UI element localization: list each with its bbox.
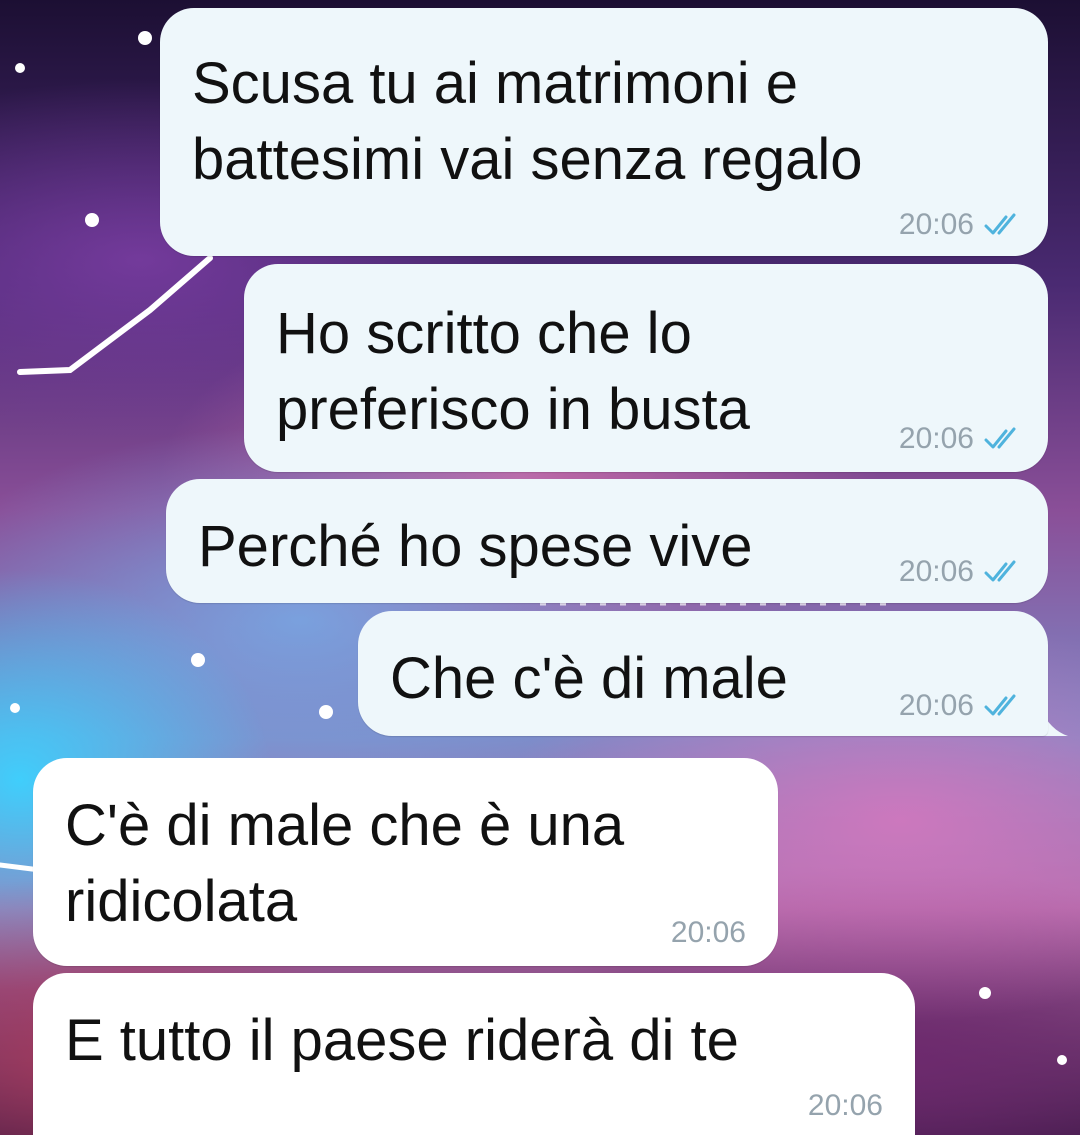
message-time: 20:06: [898, 208, 974, 241]
incoming-message-bubble[interactable]: E tutto il paese riderà di te 20:06: [33, 973, 915, 1135]
star: [138, 31, 152, 45]
message-text: C'è di male che è una ridicolata: [65, 793, 625, 934]
message-time: 20:06: [898, 422, 974, 455]
message-text: Scusa tu ai matrimoni e battesimi vai se…: [192, 51, 863, 192]
message-text: E tutto il paese riderà di te: [65, 1008, 739, 1073]
star: [191, 653, 205, 667]
message-time: 20:06: [807, 1089, 883, 1122]
star: [10, 703, 20, 713]
outgoing-message-bubble[interactable]: Perché ho spese vive 20:06: [166, 479, 1048, 603]
double-check-read-icon: [984, 213, 1016, 235]
star: [15, 63, 25, 73]
message-text: Perché ho spese vive: [198, 514, 753, 579]
message-text: Ho scritto che lo preferisco in busta: [276, 301, 750, 442]
message-meta: 20:06: [671, 916, 746, 950]
double-check-read-icon: [984, 694, 1016, 716]
outgoing-message-bubble[interactable]: Ho scritto che lo preferisco in busta 20…: [244, 264, 1048, 472]
message-meta: 20:06: [808, 1089, 883, 1123]
message-meta: 20:06: [899, 422, 1026, 456]
star: [85, 213, 99, 227]
outgoing-message-bubble[interactable]: Che c'è di male 20:06: [358, 611, 1048, 736]
outgoing-message-bubble[interactable]: Scusa tu ai matrimoni e battesimi vai se…: [160, 8, 1048, 256]
message-text: Che c'è di male: [390, 646, 788, 711]
constellation-line: [17, 255, 213, 375]
incoming-message-bubble[interactable]: C'è di male che è una ridicolata 20:06: [33, 758, 778, 966]
star: [1057, 1055, 1067, 1065]
star: [979, 987, 991, 999]
message-time: 20:06: [898, 555, 974, 588]
double-check-read-icon: [984, 427, 1016, 449]
message-meta: 20:06: [899, 689, 1026, 723]
message-meta: 20:06: [899, 555, 1026, 589]
star: [319, 705, 333, 719]
message-meta: 20:06: [899, 208, 1026, 242]
message-time: 20:06: [898, 689, 974, 722]
message-time: 20:06: [670, 916, 746, 949]
double-check-read-icon: [984, 560, 1016, 582]
